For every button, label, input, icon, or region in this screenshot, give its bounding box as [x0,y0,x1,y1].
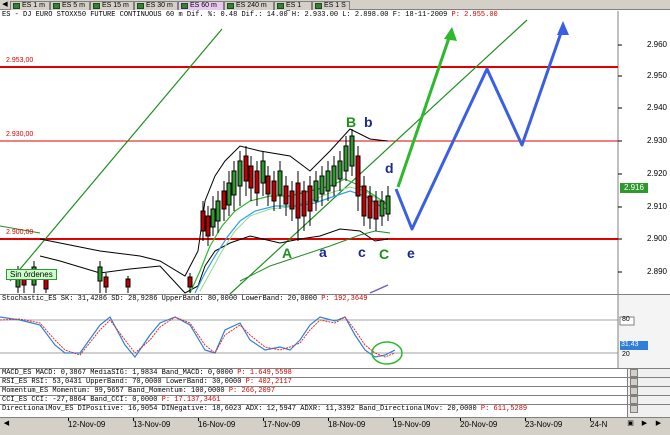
chart-header: ES - DJ EURO STOXX50 FUTURE CONTINUOUS 6… [2,11,498,19]
price-axis-label: 2.900 [646,234,667,243]
wave-label-C: C [379,246,390,262]
scroll-right-icon[interactable]: ▶ [640,419,649,428]
wave-label-B: B [346,114,357,130]
tab-es-1d[interactable]: ES 1 D [274,1,312,17]
chart-icon [277,3,284,9]
scroll-end-icon[interactable]: ▶ [654,419,663,428]
level-label-2930: 2.930,00 [6,131,34,138]
tab-es-30m[interactable]: ES 30 m [134,1,178,10]
price-axis-label: 2.960 [646,40,667,49]
zoom-icon[interactable]: ▣ [626,419,635,428]
directional-strip[interactable]: DirectionalMov_ES DIPositive: 16,9054 DI… [0,404,670,417]
date-label: 16-Nov-09 [198,420,236,429]
tab-es-1m[interactable]: ES 1 m [10,1,50,10]
sin-ordenes-label[interactable]: Sin órdenes [6,269,57,280]
wave-label-e: e [407,245,415,261]
tab-es-15m[interactable]: ES 15 m [90,1,134,10]
date-label: 19-Nov-09 [393,420,431,429]
cci-text: CCI_ES CCI: -27,8864 Band_CCI: 0,0000 P:… [2,396,221,404]
date-label: 24-N [590,420,608,429]
date-axis: ◀ 12-Nov-09 13-Nov-09 16-Nov-09 17-Nov-0… [0,417,670,435]
timeframe-tab-bar: ◀ ES 1 m ES 5 m ES 15 m ES 30 m ES 60 m … [0,0,670,17]
date-label: 20-Nov-09 [460,420,498,429]
dif-label: Dif. %: 0.48 [186,11,238,19]
tab-es-240m[interactable]: ES 240 m [224,1,274,10]
price-chart[interactable] [0,11,670,294]
date-label: 13-Nov-09 [133,420,171,429]
level-label-2953: 2.953,00 [6,57,34,64]
momentum-expand-button[interactable] [630,387,638,395]
wave-label-a: a [319,244,327,260]
price-axis-label: 2.920 [646,169,667,178]
tab-es-1s[interactable]: ES 1 S [312,1,350,10]
stochastic-axis-value: 31.43 [621,341,639,348]
stats-label: Dif.: 14.00 H: 2.933.00 L: 2.898.00 F: 1… [241,11,448,19]
chart-icon [227,3,234,9]
price-axis-label: 2.930 [646,136,667,145]
rsi-text: RSI_ES RSI: 53,0431 UpperBand: 70,0000 L… [2,378,292,386]
wave-label-A: A [282,245,293,261]
date-label: 12-Nov-09 [68,420,106,429]
price-axis-label: 2.910 [646,202,667,211]
cci-strip[interactable]: CCI_ES CCI: -27,8864 Band_CCI: 0,0000 P:… [0,395,670,404]
tab-es-60m[interactable]: ES 60 m [178,1,224,10]
stochastic-axis-bottom: 20 [622,351,630,358]
momentum-text: Momentum_ES Momentum: 99,9657 Band_Momen… [2,387,276,395]
price-axis-label: 2.890 [646,267,667,276]
timeframe-label: 60 m [165,11,183,19]
chart-icon [93,3,100,9]
stochastic-pane[interactable]: Stochastic_ES SK: 31,4286 SD: 28,9286 Up… [0,294,670,369]
macd-expand-button[interactable] [630,369,638,377]
chart-icon [137,3,144,9]
macd-text: MACD_ES MACD: 0,3867 MediaSIG: 1,9834 Ba… [2,369,292,377]
directional-text: DirectionalMov_ES DIPositive: 16,9054 DI… [2,405,528,413]
scroll-left-icon[interactable]: ◀ [2,419,11,428]
stochastic-chart [0,295,670,369]
chart-icon [315,3,322,9]
level-label-2900: 2.900,00 [6,229,34,236]
chart-icon [53,3,60,9]
wave-label-c: c [358,244,366,260]
rsi-strip[interactable]: RSI_ES RSI: 53,0431 UpperBand: 70,0000 L… [0,377,670,386]
date-label: 17-Nov-09 [263,420,301,429]
price-axis-label: 2.940 [646,103,667,112]
chart-icon [13,3,20,9]
macd-strip[interactable]: MACD_ES MACD: 0,3867 MediaSIG: 1,9834 Ba… [0,368,670,377]
cci-expand-button[interactable] [630,396,638,404]
momentum-strip[interactable]: Momentum_ES Momentum: 99,9657 Band_Momen… [0,386,670,395]
rsi-expand-button[interactable] [630,378,638,386]
tab-scroll-left-icon[interactable]: ◀ [0,0,10,10]
directional-expand-button[interactable] [630,405,638,413]
tab-es-5m[interactable]: ES 5 m [50,1,90,10]
price-axis-background [618,11,670,294]
instrument-name: ES - DJ EURO STOXX50 FUTURE CONTINUOUS [2,11,162,19]
wave-label-d: d [385,160,394,176]
current-price-tag: 2.916 [620,183,648,193]
date-label: 18-Nov-09 [328,420,366,429]
price-label: P: 2.955.00 [451,11,498,19]
chart-icon [181,3,188,9]
wave-label-b: b [364,114,373,130]
stochastic-axis-top: 80 [622,316,630,323]
date-label: 23-Nov-09 [525,420,563,429]
price-axis-label: 2.950 [646,71,667,80]
